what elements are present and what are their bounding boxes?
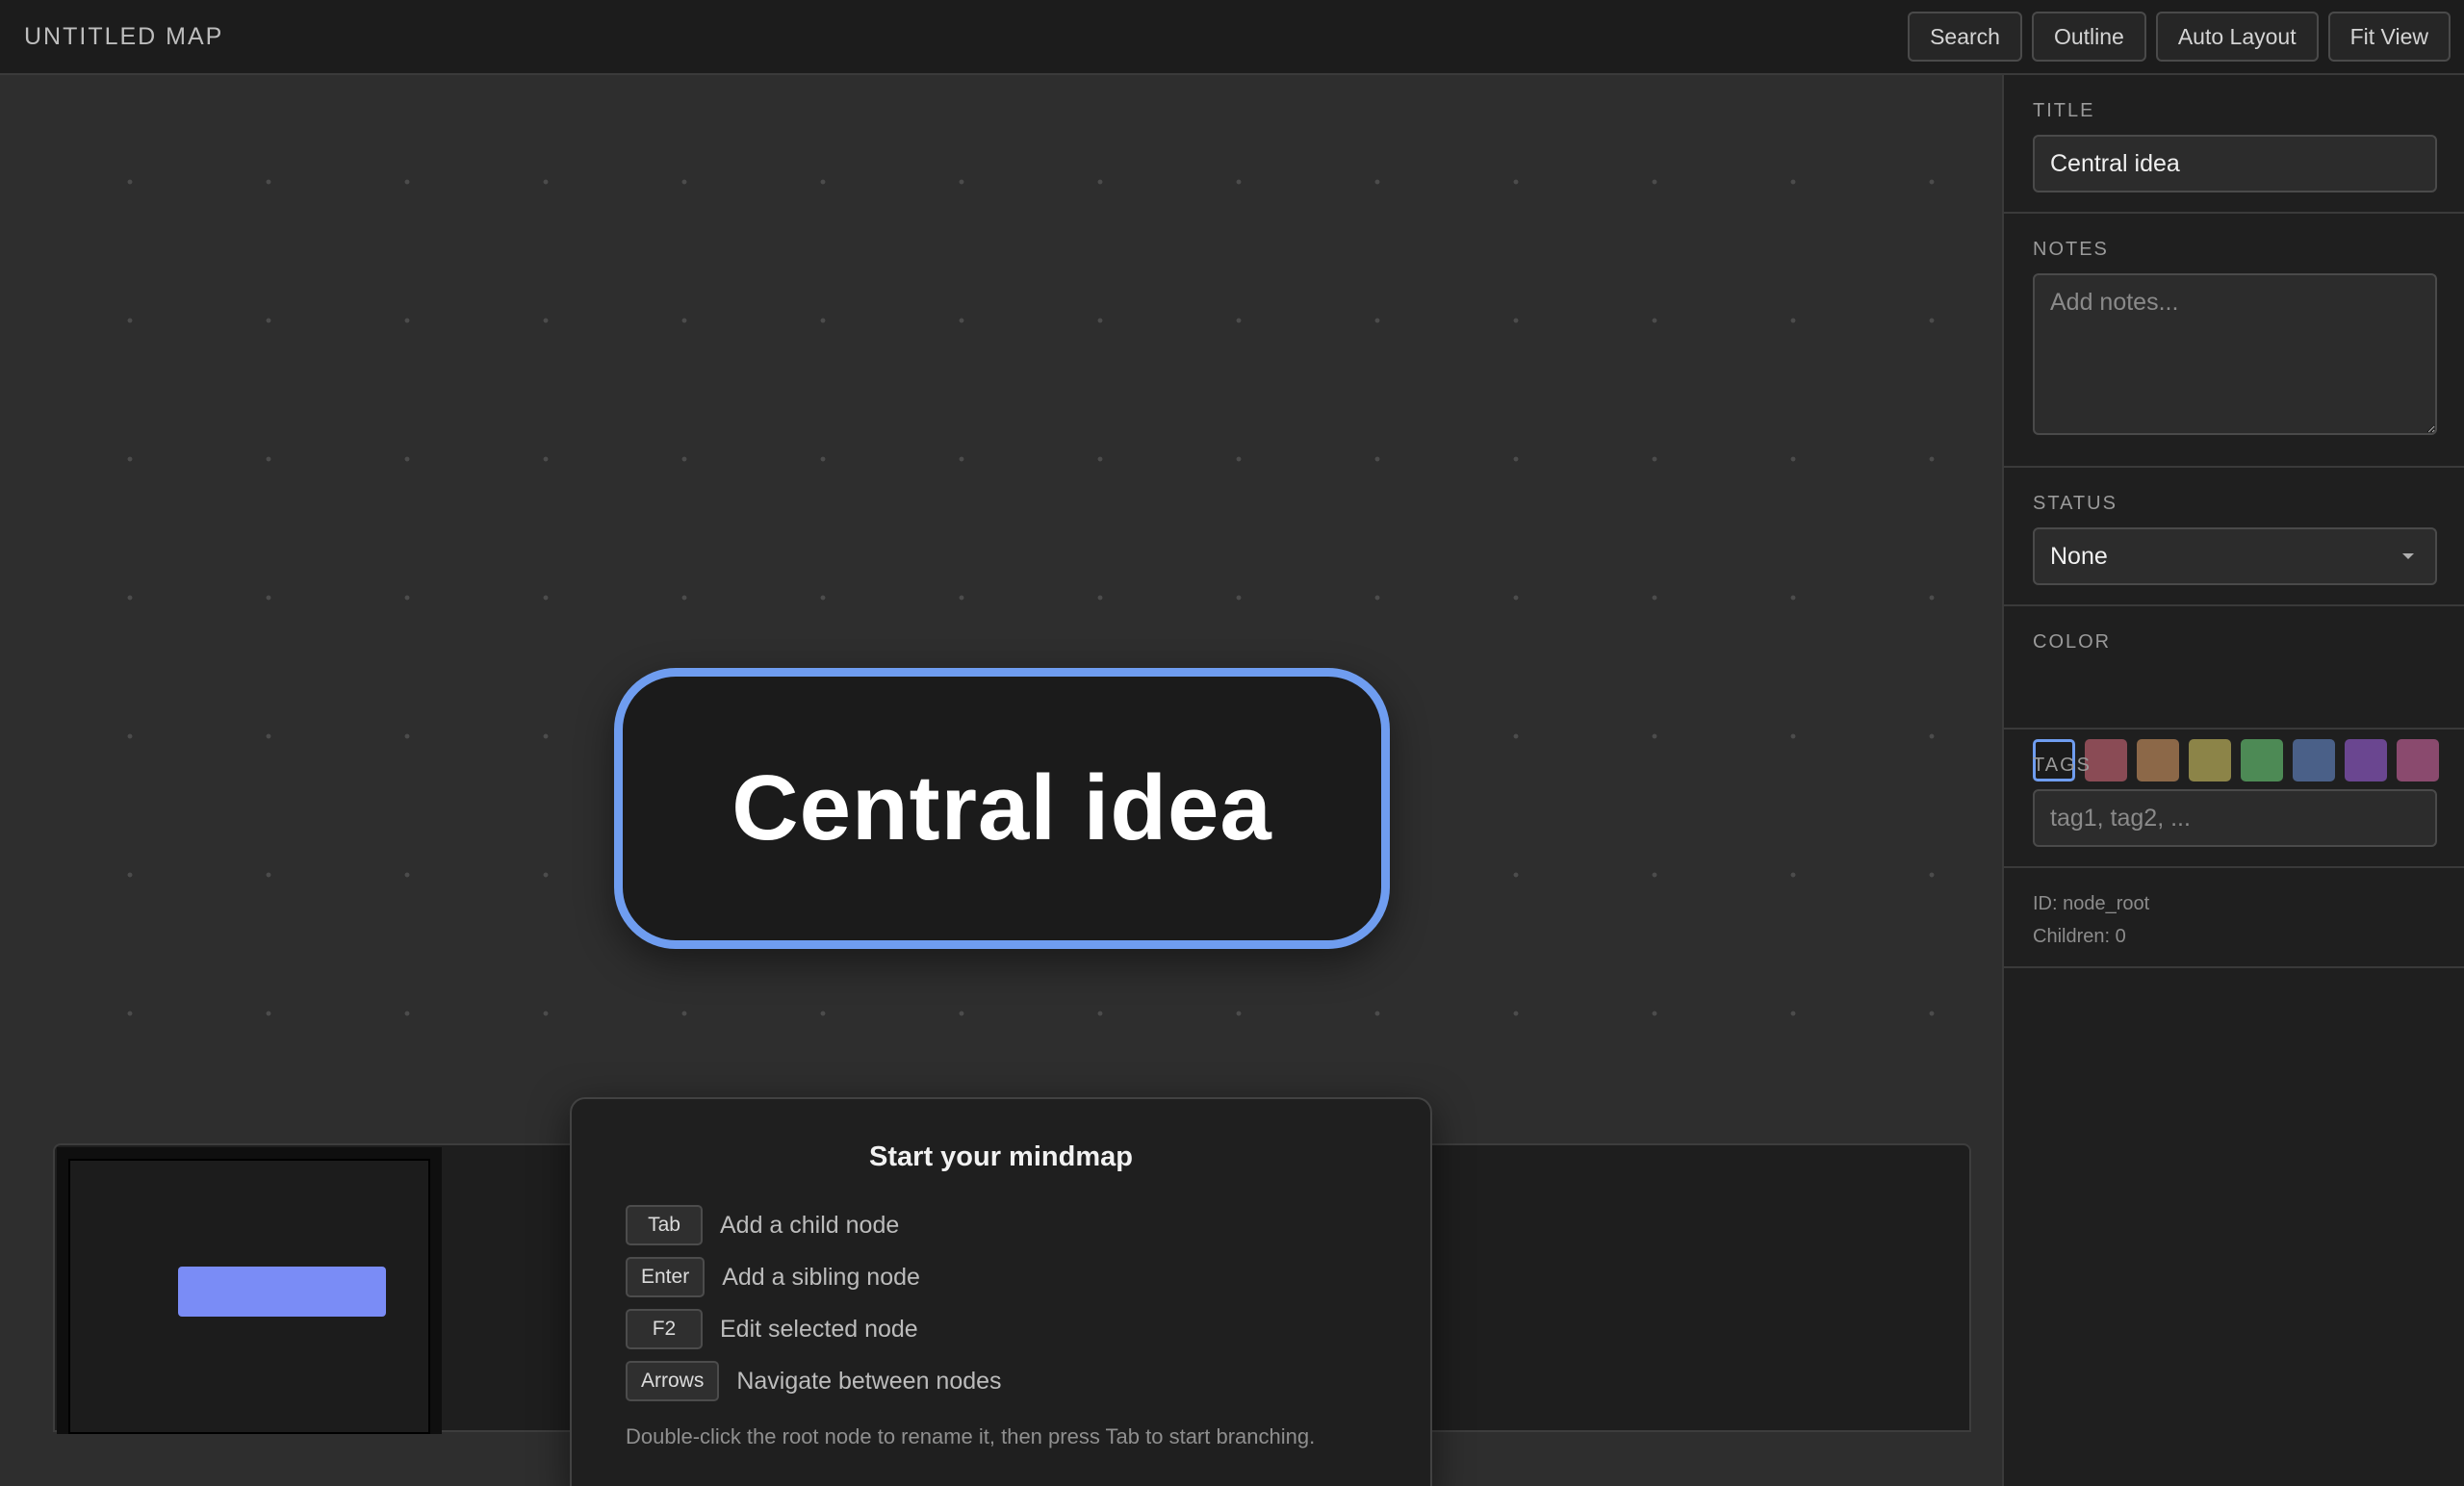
- notes-label: NOTES: [2033, 239, 2109, 260]
- status-section: STATUS None: [2004, 468, 2464, 606]
- node-id-text: ID: node_root: [2033, 893, 2150, 914]
- hint-footer: Double-click the root node to rename it,…: [626, 1424, 1316, 1448]
- map-title: UNTITLED MAP: [24, 23, 224, 50]
- hint-text: Navigate between nodes: [736, 1367, 1002, 1395]
- tags-label: TAGS: [2033, 755, 2092, 776]
- color-section: COLOR: [2004, 606, 2464, 730]
- status-select[interactable]: None: [2033, 527, 2437, 585]
- f2-key: F2: [626, 1309, 703, 1349]
- tags-input[interactable]: [2033, 789, 2437, 847]
- children-count-text: Children: 0: [2033, 926, 2126, 947]
- search-button[interactable]: Search: [1908, 12, 2022, 62]
- hint-row-arrows: Arrows Navigate between nodes: [626, 1361, 1002, 1401]
- title-label: TITLE: [2033, 100, 2095, 121]
- minimap-root-node: [178, 1267, 386, 1317]
- inspector-panel: TITLE NOTES STATUS None COLOR: [2002, 75, 2464, 1486]
- arrows-key: Arrows: [626, 1361, 720, 1401]
- minimap-frame: [57, 1147, 442, 1434]
- title-input[interactable]: [2033, 135, 2437, 192]
- status-value: None: [2050, 543, 2108, 570]
- hint-text: Add a sibling node: [722, 1263, 920, 1291]
- hint-text: Edit selected node: [720, 1315, 918, 1343]
- hint-row-tab: Tab Add a child node: [626, 1205, 899, 1245]
- top-bar: UNTITLED MAP Search Outline Auto Layout …: [0, 0, 2464, 75]
- auto-layout-button[interactable]: Auto Layout: [2155, 12, 2319, 62]
- enter-key: Enter: [626, 1257, 706, 1297]
- chevron-down-icon: [2402, 553, 2414, 559]
- hint-row-enter: Enter Add a sibling node: [626, 1257, 920, 1297]
- root-node[interactable]: Central idea: [614, 668, 1390, 949]
- root-node-label: Central idea: [732, 756, 1272, 859]
- hint-row-f2: F2 Edit selected node: [626, 1309, 918, 1349]
- hint-title: Start your mindmap: [869, 1141, 1133, 1172]
- meta-section: ID: node_root Children: 0: [2004, 868, 2464, 968]
- status-label: STATUS: [2033, 493, 2118, 514]
- color-label: COLOR: [2033, 631, 2112, 653]
- app-root: UNTITLED MAP Search Outline Auto Layout …: [0, 0, 2464, 1486]
- fit-view-button[interactable]: Fit View: [2327, 12, 2451, 62]
- notes-textarea[interactable]: [2033, 273, 2437, 435]
- tags-section: TAGS: [2004, 730, 2464, 868]
- hint-text: Add a child node: [720, 1211, 900, 1239]
- getting-started-panel: Start your mindmap Tab Add a child node …: [570, 1097, 1432, 1486]
- outline-button[interactable]: Outline: [2031, 12, 2146, 62]
- tab-key: Tab: [626, 1205, 703, 1245]
- minimap-viewport[interactable]: [68, 1159, 430, 1434]
- notes-section: NOTES: [2004, 214, 2464, 468]
- toolbar-actions: Search Outline Auto Layout Fit View: [1908, 12, 2451, 62]
- title-section: TITLE: [2004, 75, 2464, 214]
